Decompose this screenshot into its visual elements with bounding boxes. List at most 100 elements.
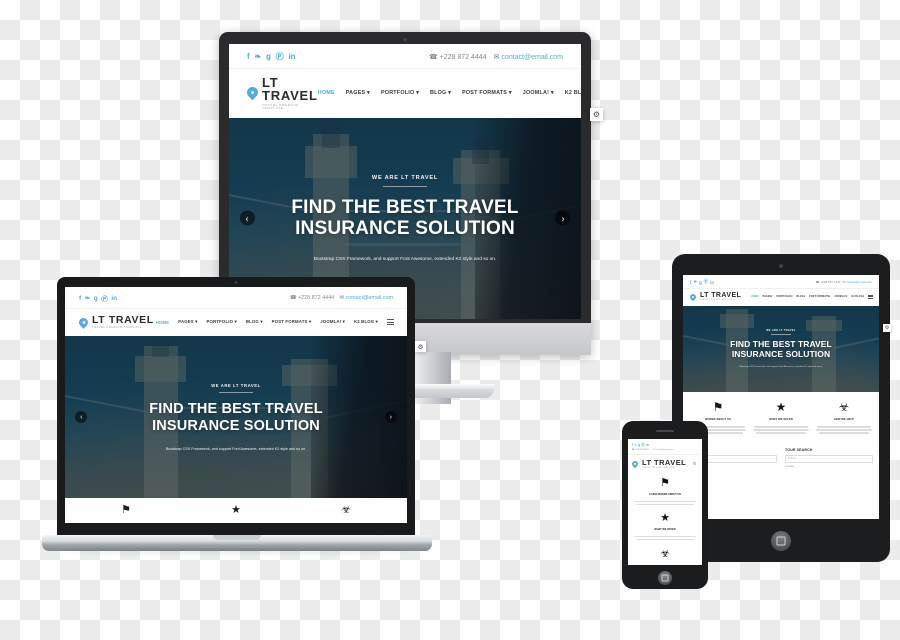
email-contact[interactable]: ✉ contact@email.com: [340, 295, 393, 301]
feature-item[interactable]: ★ WHAT WE OFFER: [752, 401, 810, 436]
social-links-laptop: f ❧ g Ⓟ in: [79, 293, 117, 304]
nav-item-portfolio[interactable]: PORTFOLIO▾: [776, 295, 792, 298]
linkedin-icon[interactable]: in: [710, 280, 714, 285]
nav-item-blog[interactable]: BLOG ▾: [246, 319, 263, 325]
twitter-icon[interactable]: ❧: [634, 443, 637, 447]
email-address: contact@email.com: [655, 449, 674, 451]
email-contact[interactable]: ✉ contact@email.com: [653, 449, 673, 451]
hamburger-menu-icon[interactable]: [387, 319, 394, 326]
nav-item-post-formats[interactable]: POST FORMATS▾: [809, 295, 830, 298]
google-plus-icon[interactable]: g: [94, 295, 98, 302]
nav-item-post-formats[interactable]: POST FORMATS ▾: [462, 90, 512, 96]
nav-item-portfolio[interactable]: PORTFOLIO ▾: [207, 319, 237, 325]
nav-item-home[interactable]: HOME: [751, 295, 759, 298]
site-logo-tablet[interactable]: LT TRAVEL TRAVEL PREMIUM TEMPLATE: [688, 292, 741, 302]
feature-item[interactable]: ⚑: [75, 505, 177, 523]
nav-menu: HOME PAGES ▾ PORTFOLIO ▾ BLOG ▾ POST FOR…: [318, 89, 581, 96]
google-plus-icon[interactable]: g: [266, 52, 271, 61]
phone-contact[interactable]: ☎ +228 872 4444: [632, 449, 648, 451]
macbook-notch: [213, 535, 261, 540]
hero-prev-button[interactable]: ‹: [75, 411, 88, 424]
pinterest-icon[interactable]: Ⓟ: [641, 442, 644, 447]
twitter-icon[interactable]: ❧: [85, 294, 90, 302]
feature-item-phone[interactable]: ★ WHAT WE OFFER: [633, 513, 697, 541]
hero-subtitle: Bootstrap CSS Framework, and support Fon…: [165, 446, 307, 451]
settings-gear-button-tablet[interactable]: ⚙: [883, 324, 891, 332]
phone-device: f ❧ g Ⓟ in ☎ +228 872 4444 ✉ contact@ema…: [622, 421, 708, 589]
nav-item-k2-blog[interactable]: K2 BLOG ▾: [565, 90, 581, 96]
nav-item-home[interactable]: HOME: [318, 90, 335, 96]
hero-content-laptop: WE ARE LT TRAVEL FIND THE BEST TRAVEL IN…: [65, 336, 407, 498]
site-logo[interactable]: LT TRAVEL TRAVEL PREMIUM TEMPLATE: [244, 76, 318, 110]
google-plus-icon[interactable]: g: [638, 443, 640, 447]
tour-search-input[interactable]: Search: [785, 454, 873, 463]
location-pin-icon: [244, 85, 261, 101]
phone-icon: ☎: [428, 53, 438, 61]
facebook-icon[interactable]: f: [79, 295, 81, 302]
facebook-icon[interactable]: f: [690, 280, 691, 285]
phone-contact[interactable]: ☎ +228 872 4444: [816, 280, 841, 284]
nav-item-blog[interactable]: BLOG ▾: [430, 90, 451, 96]
phone-number: +228 872 4444: [820, 280, 841, 284]
nav-item-k2-blog[interactable]: K2 BLOG ▾: [354, 319, 378, 325]
linkedin-icon[interactable]: in: [646, 443, 649, 447]
nav-item-k2-blog[interactable]: K2 BLOG▾: [851, 295, 864, 298]
feature-item[interactable]: ★: [185, 505, 287, 523]
pinterest-icon[interactable]: Ⓟ: [704, 279, 708, 285]
phone-home-button[interactable]: [658, 571, 672, 585]
nav-menu-tablet: HOME PAGES▾ PORTFOLIO▾ BLOG▾ POST FORMAT…: [751, 294, 873, 299]
hero-title: FIND THE BEST TRAVEL INSURANCE SOLUTION: [149, 401, 323, 434]
feature-item-phone[interactable]: ☣: [633, 548, 697, 560]
phone-contact[interactable]: ☎ +228 872 4444: [290, 295, 334, 301]
topbar-tablet: f ❧ g Ⓟ in ☎ +228 872 4444 ✉ contact@ema…: [683, 275, 879, 289]
nav-item-joomla[interactable]: JOOMLA! ▾: [320, 319, 345, 325]
hero-prev-button[interactable]: ‹: [239, 210, 255, 226]
settings-gear-button[interactable]: ⚙: [590, 108, 603, 121]
nav-item-pages[interactable]: PAGES ▾: [178, 319, 197, 325]
hero-next-button[interactable]: ›: [555, 210, 571, 226]
pinterest-icon[interactable]: Ⓟ: [101, 293, 108, 303]
feature-item[interactable]: ☣ HOW WE HELP: [815, 401, 873, 436]
envelope-icon: ✉: [339, 295, 345, 301]
phone-contact[interactable]: ☎ +228 872 4444: [429, 53, 487, 61]
social-links-phone: f ❧ g Ⓟ in: [632, 442, 649, 448]
feature-item[interactable]: ☣: [295, 505, 397, 523]
nav-item-home[interactable]: HOME: [156, 320, 170, 325]
hero-eyebrow-rule: [383, 186, 427, 188]
hero-next-button[interactable]: ›: [384, 411, 397, 424]
site-logo-laptop[interactable]: LT TRAVEL TRAVEL PREMIUM TEMPLATE: [77, 315, 154, 329]
pinterest-icon[interactable]: Ⓟ: [276, 51, 284, 62]
email-contact[interactable]: ✉ contact@email.com: [494, 53, 563, 61]
tablet-home-button[interactable]: [771, 531, 791, 551]
facebook-icon[interactable]: f: [632, 443, 633, 447]
location-pin-icon: [688, 292, 698, 302]
linkedin-icon[interactable]: in: [288, 52, 295, 61]
topbar-contact: ☎ +228 872 4444 ✉ contact@email.com: [429, 53, 563, 61]
settings-gear-button-phone[interactable]: ⚙: [691, 460, 698, 468]
facebook-icon[interactable]: f: [247, 52, 250, 61]
phone-speaker: [656, 430, 674, 432]
bookmark-icon: ⚑: [712, 399, 724, 414]
email-address: contact@email.com: [845, 280, 872, 284]
twitter-icon[interactable]: ❧: [693, 279, 697, 285]
site-logo-phone[interactable]: LT TRAVEL TRAVEL PREMIUM TEMPLATE: [630, 459, 686, 469]
nav-item-joomla[interactable]: JOOMLA!▾: [834, 295, 847, 298]
hamburger-menu-icon[interactable]: [868, 294, 873, 299]
nav-item-pages[interactable]: PAGES ▾: [346, 90, 370, 96]
linkedin-icon[interactable]: in: [111, 295, 117, 302]
phone-number: +228 872 4444: [635, 449, 649, 451]
nav-item-pages[interactable]: PAGES▾: [762, 295, 772, 298]
twitter-icon[interactable]: ❧: [254, 52, 261, 61]
social-links-tablet: f ❧ g Ⓟ in: [690, 279, 714, 285]
feature-item-phone[interactable]: ⚑ A FEW WORDS ABOUT US: [633, 478, 697, 506]
features-row-laptop: ⚑ ★ ☣: [65, 498, 407, 523]
nav-item-joomla[interactable]: JOOMLA! ▾: [523, 90, 554, 96]
macbook-camera-icon: [234, 281, 238, 284]
location-pin-icon: [630, 459, 640, 469]
settings-gear-button-laptop[interactable]: ⚙: [415, 341, 426, 352]
email-contact[interactable]: ✉ contact@email.com: [842, 280, 872, 284]
nav-item-portfolio[interactable]: PORTFOLIO ▾: [381, 90, 419, 96]
nav-item-post-formats[interactable]: POST FORMATS ▾: [272, 319, 312, 325]
google-plus-icon[interactable]: g: [699, 280, 702, 285]
nav-item-blog[interactable]: BLOG▾: [797, 295, 806, 298]
